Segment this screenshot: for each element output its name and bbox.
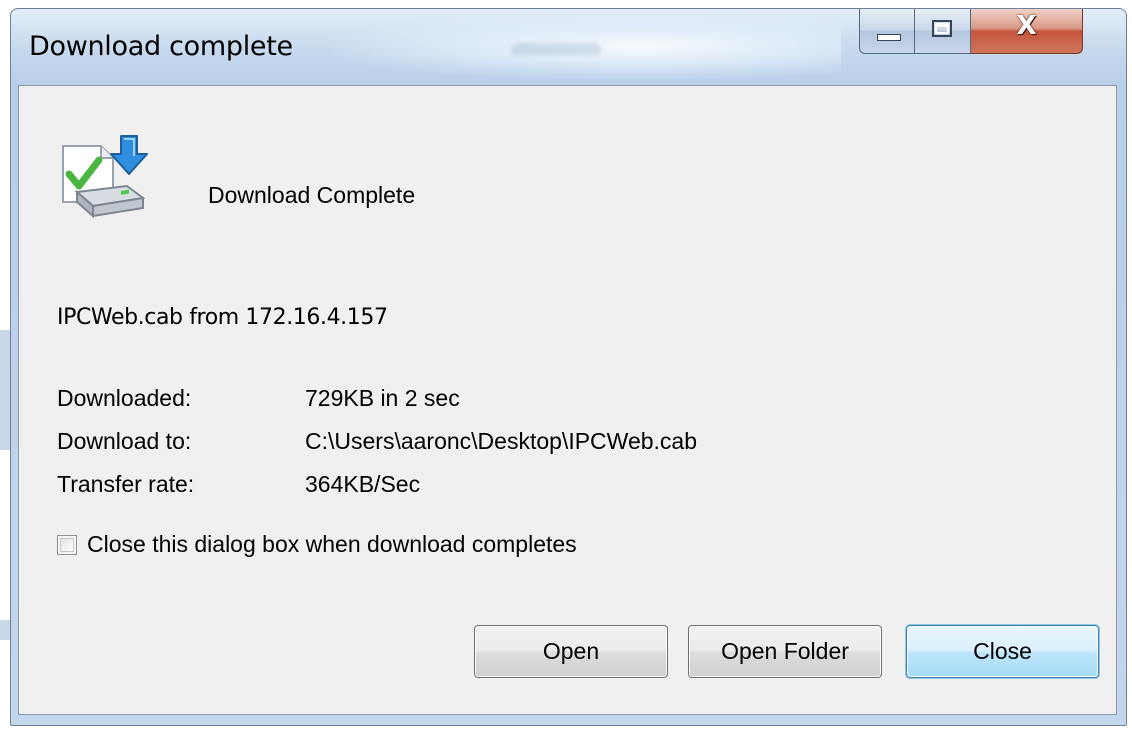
- close-when-complete-checkbox[interactable]: [57, 534, 77, 555]
- title-bar-glow: [511, 43, 601, 55]
- download-dialog-window: Download complete X Download Complete IP…: [10, 8, 1127, 726]
- download-to-value: C:\Users\aaronc\Desktop\IPCWeb.cab: [305, 428, 698, 454]
- close-icon: X: [1016, 11, 1037, 41]
- open-folder-button[interactable]: Open Folder: [688, 625, 882, 678]
- minimize-icon: [877, 34, 901, 41]
- desktop-edge: [0, 620, 10, 640]
- download-complete-icon: [62, 135, 148, 219]
- dialog-client-area: Download Complete IPCWeb.cab from 172.16…: [18, 85, 1117, 715]
- maximize-button[interactable]: [915, 9, 971, 54]
- transfer-rate-label: Transfer rate:: [57, 471, 195, 497]
- minimize-button[interactable]: [859, 9, 915, 54]
- open-button[interactable]: Open: [474, 625, 668, 678]
- downloaded-value: 729KB in 2 sec: [305, 385, 460, 411]
- maximize-icon: [932, 20, 952, 37]
- file-source-line: IPCWeb.cab from 172.16.4.157: [57, 305, 388, 330]
- window-title: Download complete: [29, 31, 293, 62]
- caption-buttons: X: [859, 9, 1083, 56]
- close-window-button[interactable]: X: [971, 9, 1083, 54]
- transfer-rate-value: 364KB/Sec: [305, 471, 421, 497]
- download-to-label: Download to:: [57, 428, 192, 454]
- download-complete-heading: Download Complete: [208, 182, 416, 208]
- close-when-complete-option[interactable]: Close this dialog box when download comp…: [57, 531, 577, 558]
- close-when-complete-label[interactable]: Close this dialog box when download comp…: [87, 531, 577, 558]
- desktop-edge: [0, 330, 10, 450]
- close-button[interactable]: Close: [906, 625, 1099, 678]
- downloaded-label: Downloaded:: [57, 385, 192, 411]
